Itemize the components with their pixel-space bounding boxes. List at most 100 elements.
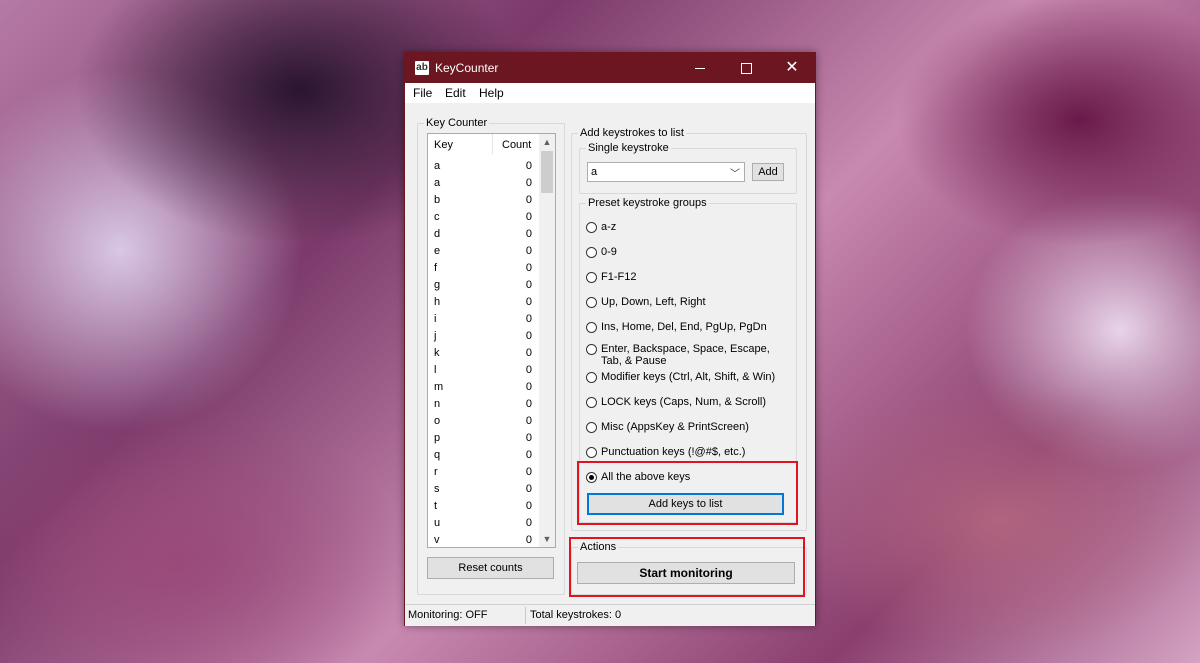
table-row[interactable]: h0 xyxy=(428,294,538,311)
preset-option-9[interactable]: Punctuation keys (!@#$, etc.) xyxy=(586,446,745,458)
table-row[interactable]: e0 xyxy=(428,243,538,260)
radio-label-line: Up, Down, Left, Right xyxy=(601,296,706,308)
row-count: 0 xyxy=(525,415,532,427)
radio-label-line: Misc (AppsKey & PrintScreen) xyxy=(601,421,749,433)
table-row[interactable]: j0 xyxy=(428,328,538,345)
title-bar[interactable]: ab KeyCounter ✕ xyxy=(405,53,815,83)
keystroke-select[interactable]: a ﹀ xyxy=(587,162,745,182)
radio-button[interactable] xyxy=(586,247,597,258)
minimize-button[interactable] xyxy=(677,53,723,83)
preset-option-4[interactable]: Ins, Home, Del, End, PgUp, PgDn xyxy=(586,321,767,333)
row-key: i xyxy=(434,313,437,325)
table-row[interactable]: f0 xyxy=(428,260,538,277)
scroll-up-icon[interactable]: ▲ xyxy=(539,134,555,150)
row-count: 0 xyxy=(525,211,532,223)
status-bar: Monitoring: OFF Total keystrokes: 0 xyxy=(405,604,815,626)
preset-option-8[interactable]: Misc (AppsKey & PrintScreen) xyxy=(586,421,749,433)
row-count: 0 xyxy=(525,262,532,274)
radio-label: Modifier keys (Ctrl, Alt, Shift, & Win) xyxy=(601,371,775,383)
row-count: 0 xyxy=(525,432,532,444)
row-count: 0 xyxy=(525,364,532,376)
table-row[interactable]: r0 xyxy=(428,464,538,481)
table-row[interactable]: n0 xyxy=(428,396,538,413)
reset-counts-button[interactable]: Reset counts xyxy=(427,557,554,579)
add-single-button[interactable]: Add xyxy=(752,163,784,181)
radio-label: Ins, Home, Del, End, PgUp, PgDn xyxy=(601,321,767,333)
row-count: 0 xyxy=(525,500,532,512)
radio-label-line: F1-F12 xyxy=(601,271,637,283)
maximize-button[interactable] xyxy=(723,53,769,83)
menu-help[interactable]: Help xyxy=(479,86,504,100)
list-header: Key Count xyxy=(428,134,538,154)
radio-button[interactable] xyxy=(586,344,597,355)
radio-button[interactable] xyxy=(586,447,597,458)
table-row[interactable]: k0 xyxy=(428,345,538,362)
table-row[interactable]: s0 xyxy=(428,481,538,498)
key-counter-title: Key Counter xyxy=(424,117,490,130)
radio-label: LOCK keys (Caps, Num, & Scroll) xyxy=(601,396,766,408)
close-button[interactable]: ✕ xyxy=(769,53,815,83)
column-header-key[interactable]: Key xyxy=(434,139,453,151)
scroll-down-icon[interactable]: ▼ xyxy=(539,531,555,547)
list-rows: a0a0b0c0d0e0f0g0h0i0j0k0l0m0n0o0p0q0r0s0… xyxy=(428,158,538,547)
table-row[interactable]: t0 xyxy=(428,498,538,515)
row-key: l xyxy=(434,364,437,376)
table-row[interactable]: a0 xyxy=(428,158,538,175)
preset-option-1[interactable]: 0-9 xyxy=(586,246,617,258)
preset-option-7[interactable]: LOCK keys (Caps, Num, & Scroll) xyxy=(586,396,766,408)
row-count: 0 xyxy=(525,194,532,206)
table-row[interactable]: a0 xyxy=(428,175,538,192)
table-row[interactable]: c0 xyxy=(428,209,538,226)
radio-button[interactable] xyxy=(586,422,597,433)
radio-button[interactable] xyxy=(586,222,597,233)
row-key: j xyxy=(434,330,437,342)
row-count: 0 xyxy=(525,245,532,257)
menu-file[interactable]: File xyxy=(413,86,432,100)
radio-button[interactable] xyxy=(586,372,597,383)
radio-label-line: 0-9 xyxy=(601,246,617,258)
table-row[interactable]: b0 xyxy=(428,192,538,209)
table-row[interactable]: u0 xyxy=(428,515,538,532)
radio-button[interactable] xyxy=(586,322,597,333)
table-row[interactable]: q0 xyxy=(428,447,538,464)
highlight-box-actions xyxy=(569,537,805,597)
single-keystroke-title: Single keystroke xyxy=(586,142,671,155)
vertical-scrollbar[interactable]: ▲ ▼ xyxy=(539,134,555,547)
close-icon: ✕ xyxy=(785,59,799,76)
preset-option-6[interactable]: Modifier keys (Ctrl, Alt, Shift, & Win) xyxy=(586,371,775,383)
status-separator xyxy=(525,607,526,624)
keystroke-select-value: a xyxy=(591,166,598,178)
column-header-count[interactable]: Count xyxy=(502,139,531,151)
add-keystrokes-title: Add keystrokes to list xyxy=(578,127,686,140)
radio-label: Up, Down, Left, Right xyxy=(601,296,706,308)
menu-edit[interactable]: Edit xyxy=(445,86,466,100)
scrollbar-thumb[interactable] xyxy=(541,151,553,193)
table-row[interactable]: i0 xyxy=(428,311,538,328)
row-key: o xyxy=(434,415,441,427)
table-row[interactable]: v0 xyxy=(428,532,538,547)
table-row[interactable]: p0 xyxy=(428,430,538,447)
table-row[interactable]: o0 xyxy=(428,413,538,430)
row-key: h xyxy=(434,296,441,308)
row-count: 0 xyxy=(525,313,532,325)
table-row[interactable]: d0 xyxy=(428,226,538,243)
radio-button[interactable] xyxy=(586,297,597,308)
row-count: 0 xyxy=(525,177,532,189)
preset-option-0[interactable]: a-z xyxy=(586,221,616,233)
row-key: s xyxy=(434,483,440,495)
chevron-down-icon: ﹀ xyxy=(730,169,740,180)
key-count-list[interactable]: Key Count a0a0b0c0d0e0f0g0h0i0j0k0l0m0n0… xyxy=(427,133,556,548)
preset-option-5[interactable]: Enter, Backspace, Space, Escape, Tab, & P… xyxy=(586,343,770,367)
preset-option-3[interactable]: Up, Down, Left, Right xyxy=(586,296,706,308)
radio-button[interactable] xyxy=(586,397,597,408)
radio-button[interactable] xyxy=(586,272,597,283)
radio-label-line: Punctuation keys (!@#$, etc.) xyxy=(601,446,746,458)
table-row[interactable]: m0 xyxy=(428,379,538,396)
table-row[interactable]: g0 xyxy=(428,277,538,294)
app-icon: ab xyxy=(415,61,429,75)
row-key: b xyxy=(434,194,441,206)
table-row[interactable]: l0 xyxy=(428,362,538,379)
preset-option-2[interactable]: F1-F12 xyxy=(586,271,636,283)
row-key: m xyxy=(434,381,444,393)
keycounter-window: ab KeyCounter ✕ File Edit Help Key Count… xyxy=(404,52,816,626)
